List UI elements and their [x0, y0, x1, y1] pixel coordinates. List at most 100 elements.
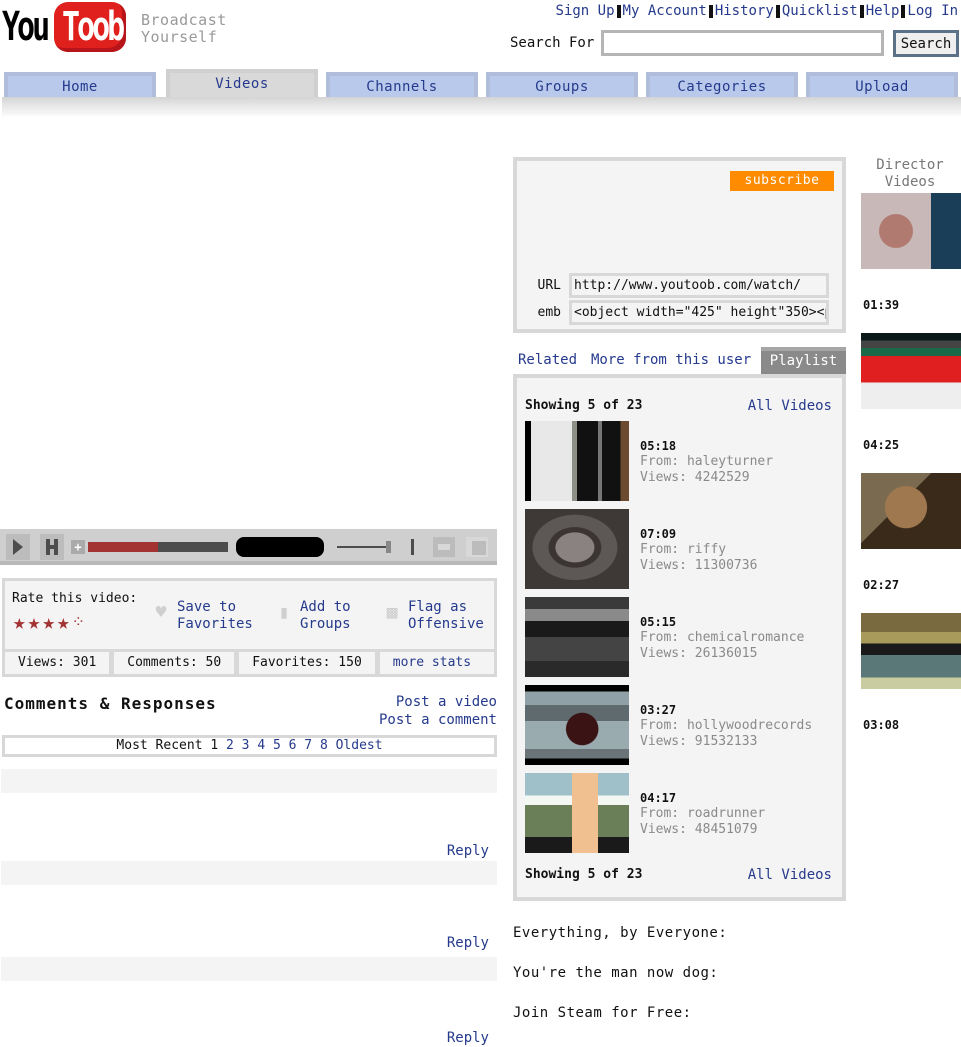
pager-page[interactable]: 3 — [242, 738, 250, 753]
subscribe-button[interactable]: subscribe — [730, 171, 834, 191]
tab-upload[interactable]: Upload — [806, 72, 958, 98]
post-video-link[interactable]: Post a video — [396, 694, 497, 710]
star-rating[interactable]: ★ ★ ★ ★ ⁘ — [13, 612, 85, 633]
add-to-groups-button[interactable]: ▮ Add to Groups — [274, 599, 351, 633]
tab-home[interactable]: Home — [4, 72, 156, 98]
normal-size-icon[interactable] — [433, 537, 455, 557]
pager-page[interactable]: 4 — [257, 738, 265, 753]
tagline: Broadcast Yourself — [141, 11, 227, 46]
rate-label: Rate this video: — [12, 591, 138, 606]
post-comment-link[interactable]: Post a comment — [379, 712, 497, 728]
playlist-item[interactable]: 05:18 From: haleyturner Views: 4242529 — [525, 421, 773, 501]
url-label: URL — [537, 278, 561, 293]
tab-playlist[interactable]: Playlist — [761, 347, 846, 374]
playlist-item[interactable]: 04:17 From: roadrunner Views: 48451079 — [525, 773, 765, 853]
video-views: Views: 11300736 — [640, 558, 758, 573]
director-video-thumbnail[interactable] — [861, 473, 961, 549]
tab-groups[interactable]: Groups — [486, 72, 638, 98]
help-link[interactable]: Help — [866, 3, 900, 19]
tab-channels[interactable]: Channels — [326, 72, 478, 98]
reply-link[interactable]: Reply — [447, 935, 489, 951]
playlist-panel: Showing 5 of 23 All Videos 05:18 From: h… — [513, 374, 846, 901]
save-to-favorites-button[interactable]: ♥ Save to Favorites — [151, 599, 253, 633]
skip-icon[interactable] — [40, 534, 64, 560]
tab-more-from-user[interactable]: More from this user — [591, 352, 751, 368]
flag-icon: ▩ — [386, 602, 398, 623]
video-thumbnail[interactable] — [525, 421, 629, 501]
director-video-duration: 01:39 — [863, 298, 900, 312]
director-video-thumbnail[interactable] — [861, 613, 961, 689]
director-videos-heading: Director Videos — [876, 157, 944, 190]
fullscreen-icon[interactable] — [466, 537, 488, 557]
log-in-link[interactable]: Log In — [907, 3, 958, 19]
volume-icon[interactable] — [386, 539, 416, 555]
star-icon[interactable]: ⁘ — [72, 612, 85, 632]
history-link[interactable]: History — [715, 3, 774, 19]
reply-link[interactable]: Reply — [447, 843, 489, 859]
tab-related[interactable]: Related — [518, 352, 577, 368]
video-thumbnail[interactable] — [525, 597, 629, 677]
video-views: Views: 48451079 — [640, 822, 758, 837]
video-player-controls: + — [0, 529, 497, 565]
all-videos-link[interactable]: All Videos — [748, 398, 832, 414]
star-icon[interactable]: ★ — [13, 612, 26, 633]
url-field[interactable]: http://www.youtoob.com/watch/ — [569, 273, 829, 298]
separator — [775, 4, 780, 18]
logo-toob: Toob — [54, 2, 126, 52]
reply-link[interactable]: Reply — [447, 1030, 489, 1046]
more-stats-link[interactable]: more stats — [380, 652, 484, 674]
my-account-link[interactable]: My Account — [623, 3, 707, 19]
sign-up-link[interactable]: Sign Up — [556, 3, 615, 19]
logo[interactable]: You Toob — [2, 2, 126, 52]
director-video-duration: 03:08 — [863, 718, 900, 732]
time-display — [236, 537, 324, 557]
flag-offensive-button[interactable]: ▩ Flag as Offensive — [382, 599, 484, 633]
separator — [901, 4, 906, 18]
star-icon[interactable]: ★ — [42, 612, 55, 633]
director-video-thumbnail[interactable] — [861, 193, 961, 269]
pager-page[interactable]: 5 — [273, 738, 281, 753]
comments-count: Comments: 50 — [114, 652, 240, 674]
groups-icon: ▮ — [278, 602, 290, 623]
playlist-item[interactable]: 07:09 From: riffy Views: 11300736 — [525, 509, 757, 589]
tab-categories[interactable]: Categories — [646, 72, 798, 98]
pager-page[interactable]: 2 — [226, 738, 234, 753]
playlist-item[interactable]: 03:27 From: hollywoodrecords Views: 9153… — [525, 685, 812, 765]
embed-field[interactable]: <object width="425" height"350><param — [569, 300, 829, 325]
director-video-thumbnail[interactable] — [861, 333, 961, 409]
star-icon[interactable]: ★ — [28, 612, 41, 633]
quicklist-link[interactable]: Quicklist — [782, 3, 858, 19]
pager-page[interactable]: 7 — [304, 738, 312, 753]
top-links: Sign Up My Account History Quicklist Hel… — [556, 3, 958, 19]
pager-page[interactable]: 8 — [320, 738, 328, 753]
video-duration: 04:17 — [640, 791, 677, 805]
embed-label: emb — [537, 305, 561, 320]
tab-videos[interactable]: Videos — [166, 69, 318, 99]
video-author: From: haleyturner — [640, 454, 774, 469]
comment-header — [1, 861, 497, 885]
search-input[interactable] — [601, 30, 884, 56]
video-author: From: chemicalromance — [640, 630, 805, 645]
pager-oldest[interactable]: Oldest — [336, 738, 383, 753]
video-thumbnail[interactable] — [525, 773, 629, 853]
pager-page[interactable]: 6 — [289, 738, 297, 753]
all-videos-link[interactable]: All Videos — [748, 867, 832, 883]
comments-heading: Comments & Responses — [4, 694, 217, 713]
video-thumbnail[interactable] — [525, 509, 629, 589]
video-actions-panel: Rate this video: ★ ★ ★ ★ ⁘ ♥ Save to Favorite… — [2, 578, 497, 677]
progress-bar[interactable] — [88, 542, 228, 552]
playlist-item[interactable]: 05:15 From: chemicalromance Views: 26136… — [525, 597, 804, 677]
logo-you: You — [2, 4, 50, 50]
search-button[interactable]: Search — [893, 30, 959, 57]
volume-slider[interactable] — [337, 546, 387, 548]
video-duration: 05:18 — [640, 439, 677, 453]
post-links: Post a video Post a comment — [379, 693, 497, 729]
play-icon[interactable] — [6, 534, 30, 560]
promo-label: Join Steam for Free: — [513, 1005, 692, 1021]
video-thumbnail[interactable] — [525, 685, 629, 765]
showing-count: Showing 5 of 23 — [525, 398, 643, 413]
promo-label: Everything, by Everyone: — [513, 925, 728, 941]
pager-most-recent: Most Recent — [116, 738, 203, 753]
scrub-handle[interactable]: + — [71, 540, 85, 554]
star-icon[interactable]: ★ — [57, 612, 70, 633]
